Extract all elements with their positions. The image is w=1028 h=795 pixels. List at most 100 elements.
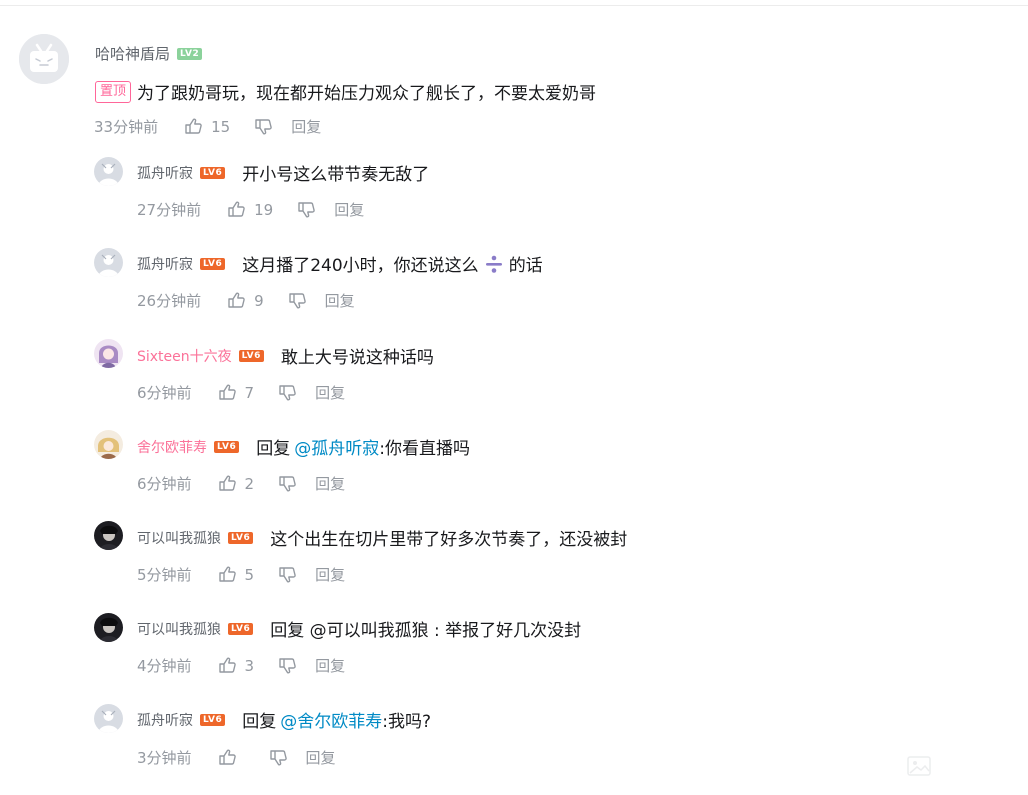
reply-text-before: 这月播了240小时，你还说这么 bbox=[242, 256, 479, 276]
reply-author: 孤舟听寂 LV6 bbox=[137, 163, 226, 183]
username[interactable]: 孤舟听寂 bbox=[137, 163, 193, 183]
reply-button[interactable]: 回复 bbox=[315, 655, 345, 676]
reply-button[interactable]: 回复 bbox=[306, 747, 336, 768]
mention-link[interactable]: @舍尔欧菲寿 bbox=[280, 707, 382, 732]
comment-meta: 33分钟前 15 回复 bbox=[94, 116, 321, 137]
reply-button[interactable]: 回复 bbox=[315, 382, 345, 403]
thumb-up-icon bbox=[185, 118, 202, 134]
reply-meta: 3分钟前 回复 bbox=[137, 747, 336, 768]
like-count: 2 bbox=[244, 474, 255, 493]
like-button[interactable]: 7 bbox=[218, 383, 255, 402]
reply-button[interactable]: 回复 bbox=[334, 199, 364, 220]
reply-item: 舍尔欧菲寿 LV6 回复 @孤舟听寂 :你看直播吗 bbox=[137, 434, 470, 459]
reply-text: 这月播了240小时，你还说这么 的话 bbox=[242, 251, 543, 276]
like-button[interactable]: 3 bbox=[218, 656, 255, 675]
thumb-down-icon bbox=[298, 202, 315, 218]
like-button[interactable]: 5 bbox=[218, 565, 255, 584]
reply-text: 回复 @舍尔欧菲寿 :我吗? bbox=[242, 707, 431, 732]
reply-author: 可以叫我孤狼 LV6 bbox=[137, 528, 254, 548]
reply-author: 舍尔欧菲寿 LV6 bbox=[137, 437, 240, 457]
reply-body: :你看直播吗 bbox=[379, 439, 470, 459]
thumb-down-icon bbox=[269, 750, 287, 766]
username[interactable]: 哈哈神盾局 bbox=[95, 43, 170, 64]
thumb-up-icon bbox=[218, 749, 236, 765]
reply-button[interactable]: 回复 bbox=[315, 564, 345, 585]
like-button[interactable]: 2 bbox=[218, 474, 255, 493]
image-icon[interactable] bbox=[905, 752, 933, 780]
dislike-button[interactable] bbox=[278, 656, 297, 675]
reply-prefix: 回复 bbox=[256, 439, 291, 459]
top-divider bbox=[0, 5, 1028, 6]
avatar[interactable] bbox=[94, 613, 123, 642]
avatar[interactable] bbox=[19, 34, 69, 84]
avatar[interactable] bbox=[94, 521, 123, 550]
dislike-button[interactable] bbox=[297, 200, 316, 219]
avatar[interactable] bbox=[94, 248, 123, 277]
avatar[interactable] bbox=[94, 157, 123, 186]
thumb-up-icon bbox=[218, 475, 236, 491]
username[interactable]: 孤舟听寂 bbox=[137, 710, 193, 730]
thumb-down-icon bbox=[279, 385, 296, 401]
avatar[interactable] bbox=[94, 339, 123, 368]
reply-author: Sixteen十六夜 LV6 bbox=[137, 346, 264, 366]
reply-item: 孤舟听寂 LV6 开小号这么带节奏无敌了 bbox=[137, 160, 429, 185]
dislike-button[interactable] bbox=[278, 383, 297, 402]
like-button[interactable]: 19 bbox=[227, 200, 273, 219]
avatar[interactable] bbox=[94, 704, 123, 733]
mention-link[interactable]: @孤舟听寂 bbox=[294, 434, 379, 459]
username[interactable]: 可以叫我孤狼 bbox=[137, 619, 221, 639]
reply-item: 可以叫我孤狼 LV6 回复 @可以叫我孤狼 : 举报了好几次没封 bbox=[137, 616, 581, 641]
level-badge: LV2 bbox=[177, 47, 203, 60]
comment-text: 为了跟奶哥玩，现在都开始压力观众了舰长了，不要太爱奶哥 bbox=[137, 84, 597, 104]
reply-button[interactable]: 回复 bbox=[325, 290, 355, 311]
reply-text: 回复 @孤舟听寂 :你看直播吗 bbox=[256, 434, 470, 459]
user-avatar-icon bbox=[94, 157, 123, 186]
dislike-button[interactable] bbox=[288, 291, 307, 310]
reply-meta: 6分钟前 2 回复 bbox=[137, 473, 345, 494]
reply-button[interactable]: 回复 bbox=[291, 116, 321, 137]
like-count: 7 bbox=[244, 383, 255, 402]
comment-content: 置顶 为了跟奶哥玩，现在都开始压力观众了舰长了，不要太爱奶哥 bbox=[95, 79, 596, 104]
level-badge: LV6 bbox=[228, 531, 254, 544]
username[interactable]: Sixteen十六夜 bbox=[137, 346, 232, 366]
username[interactable]: 孤舟听寂 bbox=[137, 254, 193, 274]
like-button[interactable] bbox=[218, 748, 245, 767]
dislike-button[interactable] bbox=[278, 474, 297, 493]
reply-prefix: 回复 bbox=[242, 712, 277, 732]
dislike-button[interactable] bbox=[269, 748, 288, 767]
reply-item: Sixteen十六夜 LV6 敢上大号说这种话吗 bbox=[137, 343, 434, 368]
thumb-up-icon bbox=[218, 566, 236, 582]
user-avatar-icon bbox=[94, 248, 123, 277]
reply-text-after: 的话 bbox=[508, 256, 543, 276]
timestamp: 5分钟前 bbox=[137, 566, 192, 584]
level-badge: LV6 bbox=[200, 713, 226, 726]
reply-button[interactable]: 回复 bbox=[315, 473, 345, 494]
like-count: 5 bbox=[244, 565, 255, 584]
like-count: 3 bbox=[244, 656, 255, 675]
thumb-up-icon bbox=[218, 384, 236, 400]
like-count: 19 bbox=[254, 200, 274, 219]
timestamp: 6分钟前 bbox=[137, 475, 192, 493]
level-badge: LV6 bbox=[228, 622, 254, 635]
reply-text: 敢上大号说这种话吗 bbox=[280, 348, 434, 368]
username[interactable]: 舍尔欧菲寿 bbox=[137, 437, 207, 457]
pinned-tag: 置顶 bbox=[95, 80, 132, 103]
thumb-down-icon bbox=[255, 119, 272, 135]
reply-meta: 5分钟前 5 回复 bbox=[137, 564, 345, 585]
username[interactable]: 可以叫我孤狼 bbox=[137, 528, 221, 548]
user-avatar-icon bbox=[94, 704, 123, 733]
reply-text: 回复 @可以叫我孤狼 : 举报了好几次没封 bbox=[270, 621, 582, 641]
comment-author: 哈哈神盾局 LV2 bbox=[95, 43, 203, 64]
level-badge: LV6 bbox=[200, 166, 226, 179]
reply-item: 可以叫我孤狼 LV6 这个出生在切片里带了好多次节奏了，还没被封 bbox=[137, 525, 627, 550]
avatar[interactable] bbox=[94, 430, 123, 459]
user-avatar-icon bbox=[94, 430, 123, 459]
thumb-up-icon bbox=[228, 292, 245, 308]
like-button[interactable]: 9 bbox=[227, 291, 264, 310]
reply-meta: 27分钟前 19 回复 bbox=[137, 199, 364, 220]
reply-item: 孤舟听寂 LV6 回复 @舍尔欧菲寿 :我吗? bbox=[137, 707, 431, 732]
reply-item: 孤舟听寂 LV6 这月播了240小时，你还说这么 的话 bbox=[137, 251, 543, 276]
dislike-button[interactable] bbox=[278, 565, 297, 584]
like-button[interactable]: 15 bbox=[184, 117, 230, 136]
dislike-button[interactable] bbox=[254, 117, 273, 136]
